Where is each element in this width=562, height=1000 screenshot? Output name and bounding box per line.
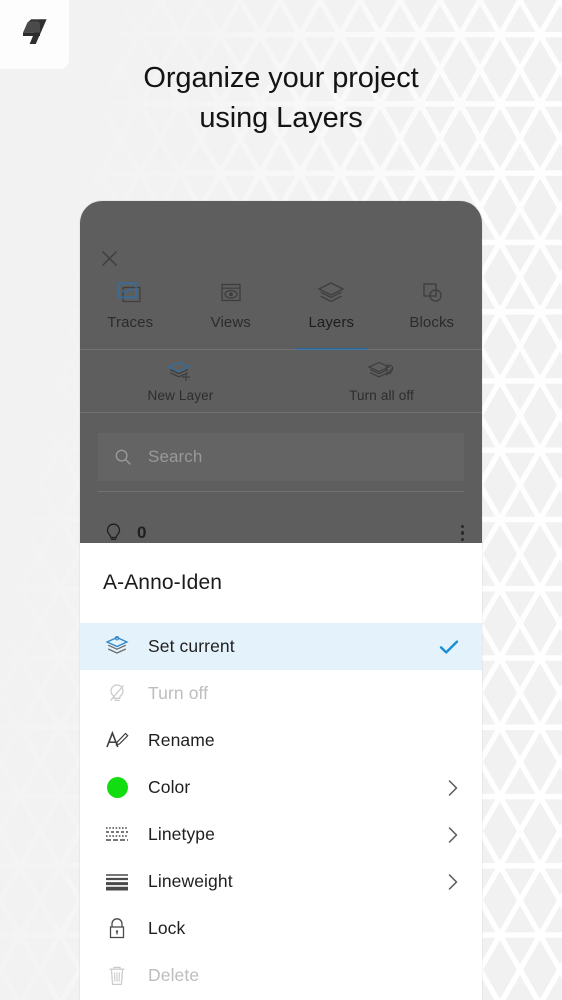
- chevron-right-icon: [447, 826, 459, 844]
- chevron-right-icon: [447, 779, 459, 797]
- layers-actionbar: New Layer Turn all off: [80, 350, 482, 412]
- layers-stack-icon: [316, 277, 346, 309]
- menu-item-linetype-label: Linetype: [148, 824, 215, 844]
- menu-item-delete-label: Delete: [148, 965, 200, 985]
- turn-all-off-label: Turn all off: [349, 388, 414, 403]
- kebab-dot: [460, 524, 464, 528]
- lineweight-icon: [103, 868, 131, 896]
- menu-item-color[interactable]: Color: [80, 764, 482, 811]
- autodesk-a-logo: [18, 16, 52, 53]
- menu-item-set-current-label: Set current: [148, 636, 235, 656]
- bulb-off-icon: [103, 680, 131, 708]
- turn-all-off-button[interactable]: Turn all off: [281, 350, 482, 412]
- color-swatch-icon: [103, 774, 131, 802]
- search-field[interactable]: Search: [98, 433, 464, 481]
- tab-layers-label: Layers: [308, 314, 355, 331]
- kebab-menu-icon[interactable]: [460, 524, 464, 542]
- layer-options-sheet: A-Anno-Iden Set current Turn off Rename …: [80, 543, 482, 1000]
- lock-icon: [103, 915, 131, 943]
- lightbulb-icon[interactable]: [104, 522, 123, 544]
- menu-item-rename[interactable]: Rename: [80, 717, 482, 764]
- tab-blocks-label: Blocks: [409, 314, 455, 331]
- tab-views-label: Views: [210, 314, 251, 331]
- traces-icon: [116, 277, 144, 309]
- panel-tabbar: Traces Views Layers Blocks: [80, 275, 483, 350]
- search-underline: [98, 491, 464, 492]
- menu-item-turn-off[interactable]: Turn off: [80, 670, 482, 717]
- menu-item-lineweight[interactable]: Lineweight: [80, 858, 482, 905]
- headline-line-2: using Layers: [199, 102, 363, 134]
- sheet-header-row: [80, 241, 482, 275]
- layers-stack-icon: [103, 633, 131, 661]
- close-icon[interactable]: [92, 241, 126, 275]
- menu-item-turn-off-label: Turn off: [148, 683, 209, 703]
- menu-item-lock-label: Lock: [148, 918, 186, 938]
- new-layer-icon: [166, 359, 196, 385]
- promo-screenshot: Organize your project using Layers Trace…: [0, 0, 562, 1000]
- menu-item-delete[interactable]: Delete: [80, 952, 482, 999]
- menu-item-linetype[interactable]: Linetype: [80, 811, 482, 858]
- tab-blocks[interactable]: Blocks: [382, 275, 483, 349]
- page-title: Organize your project using Layers: [0, 58, 562, 138]
- tab-layers[interactable]: Layers: [281, 275, 382, 350]
- autodesk-logo-badge: [0, 0, 69, 69]
- turn-all-off-icon: [367, 359, 397, 385]
- check-icon: [439, 639, 459, 655]
- actionbar-divider: [80, 412, 482, 413]
- kebab-dot: [460, 538, 464, 542]
- menu-item-set-current[interactable]: Set current: [80, 623, 482, 670]
- tab-traces[interactable]: Traces: [80, 275, 181, 349]
- views-eye-icon: [217, 277, 245, 309]
- menu-item-rename-label: Rename: [148, 730, 215, 750]
- tab-views[interactable]: Views: [181, 275, 282, 349]
- color-swatch: [106, 777, 128, 798]
- search-placeholder: Search: [148, 447, 203, 466]
- layer-name-label: 0: [137, 523, 147, 542]
- headline-line-1: Organize your project: [143, 62, 419, 94]
- search-icon: [114, 448, 132, 466]
- kebab-dot: [460, 531, 464, 535]
- menu-item-color-label: Color: [148, 777, 191, 797]
- trash-icon: [103, 962, 131, 990]
- new-layer-label: New Layer: [147, 388, 214, 403]
- rename-pencil-icon: [103, 727, 131, 755]
- new-layer-button[interactable]: New Layer: [80, 350, 281, 412]
- chevron-right-icon: [447, 873, 459, 891]
- linetype-icon: [103, 821, 131, 849]
- sheet-title: A-Anno-Iden: [103, 571, 223, 594]
- tab-traces-label: Traces: [107, 314, 154, 331]
- menu-item-lineweight-label: Lineweight: [148, 871, 233, 891]
- menu-item-lock[interactable]: Lock: [80, 905, 482, 952]
- blocks-shapes-icon: [418, 277, 446, 309]
